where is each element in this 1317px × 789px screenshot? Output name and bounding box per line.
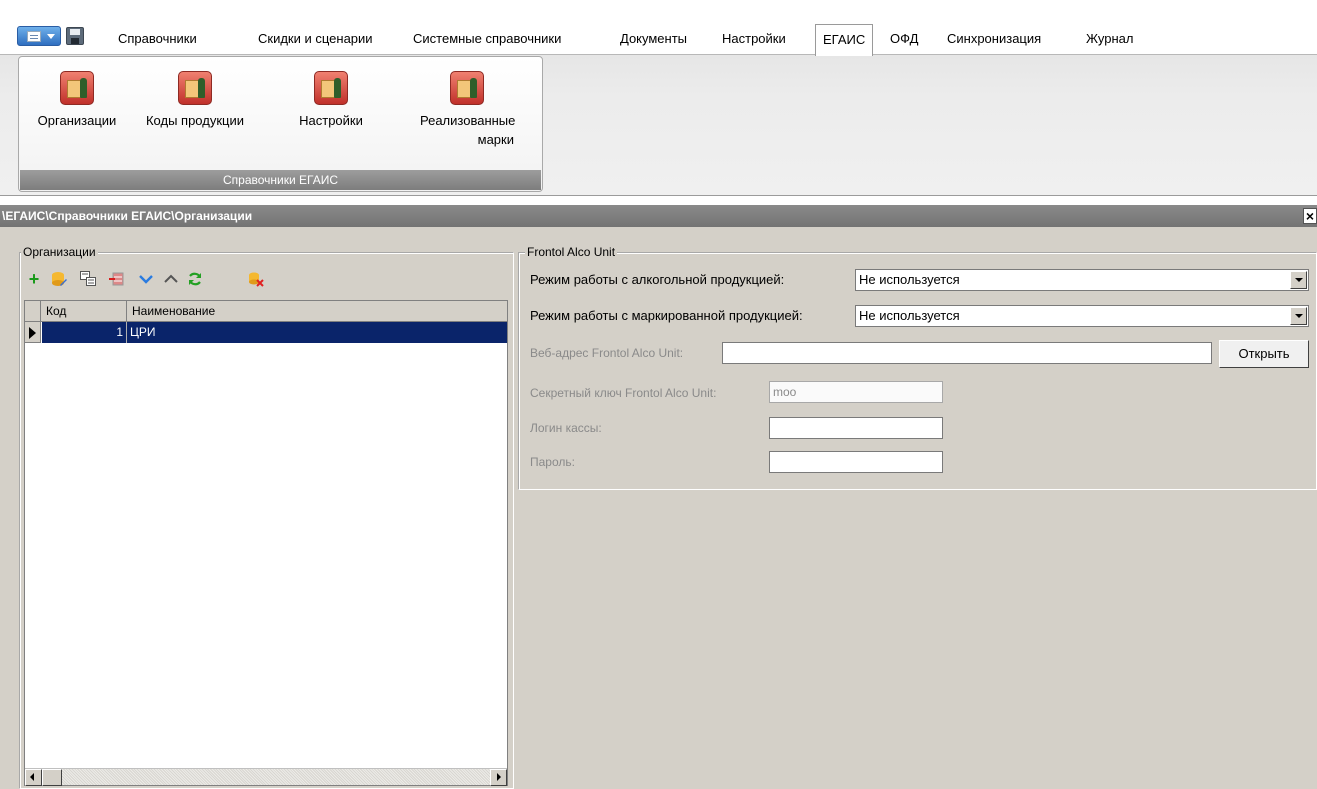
chevron-down-icon[interactable]	[1290, 271, 1307, 289]
ribbon-button-product-codes[interactable]: Коды продукции	[131, 57, 259, 130]
tab-journal[interactable]: Журнал	[1086, 31, 1133, 46]
tab-settings[interactable]: Настройки	[722, 31, 786, 46]
horizontal-scrollbar[interactable]	[25, 768, 507, 786]
ribbon-group-egais-references: Организации Коды продукции Настройки Реа…	[18, 56, 543, 192]
organizations-icon	[60, 71, 94, 105]
add-icon[interactable]: +	[26, 270, 42, 288]
sold-marks-icon	[450, 71, 484, 105]
secret-key-field[interactable]: moo	[769, 381, 943, 403]
ribbon-button-organizations[interactable]: Организации	[21, 57, 133, 130]
header-indicator-cell	[25, 301, 41, 321]
scroll-left-icon[interactable]	[25, 769, 42, 786]
alco-mode-value: Не используется	[859, 272, 960, 287]
document-icon	[27, 31, 41, 42]
refresh-icon[interactable]	[187, 271, 203, 287]
tab-egais[interactable]: ЕГАИС	[815, 24, 874, 56]
tab-spravochniki[interactable]: Справочники	[118, 31, 197, 46]
tab-discounts[interactable]: Скидки и сценарии	[258, 31, 373, 46]
password-label: Пароль:	[530, 455, 575, 469]
product-codes-icon	[178, 71, 212, 105]
column-header-code[interactable]: Код	[41, 301, 127, 321]
open-button[interactable]: Открыть	[1219, 340, 1309, 368]
ribbon-button-label: Коды продукции	[145, 113, 244, 128]
ribbon-button-label: Реализованные марки	[420, 113, 516, 147]
ribbon-button-settings[interactable]: Настройки	[289, 57, 373, 130]
settings-gear-icon	[314, 71, 348, 105]
cashier-login-label: Логин кассы:	[530, 421, 602, 435]
menu-bar: Справочники Скидки и сценарии Системные …	[0, 0, 1317, 56]
tab-system-references[interactable]: Системные справочники	[413, 31, 561, 46]
ribbon-button-sold-marks[interactable]: Реализованные марки	[403, 57, 531, 149]
web-address-label: Веб-адрес Frontol Alco Unit:	[530, 346, 684, 360]
table-header: Код Наименование	[25, 301, 507, 322]
close-icon[interactable]: ×	[1303, 208, 1317, 224]
group-title: Frontol Alco Unit	[525, 245, 618, 259]
current-row-indicator-icon	[25, 322, 41, 343]
alco-mode-label: Режим работы с алкогольной продукцией:	[530, 272, 785, 287]
application-menu-button[interactable]	[17, 26, 61, 46]
clear-filter-icon[interactable]	[248, 271, 264, 287]
chevron-down-icon[interactable]	[1290, 307, 1307, 325]
table-row[interactable]: 1 ЦРИ	[25, 322, 507, 343]
ribbon-button-label: Организации	[37, 113, 117, 128]
password-field[interactable]	[769, 451, 943, 473]
chevron-down-icon	[47, 34, 55, 39]
edit-icon[interactable]	[51, 271, 67, 287]
marked-mode-select[interactable]: Не используется	[855, 305, 1309, 327]
move-up-icon[interactable]	[163, 271, 179, 287]
group-title: Организации	[21, 245, 98, 259]
cell-code[interactable]: 1	[42, 322, 126, 343]
marked-mode-value: Не используется	[859, 308, 960, 323]
ribbon-button-label: Настройки	[299, 113, 363, 128]
scroll-thumb[interactable]	[42, 769, 62, 786]
tab-ofd[interactable]: ОФД	[890, 31, 918, 46]
tab-sync[interactable]: Синхронизация	[947, 31, 1041, 46]
marked-mode-label: Режим работы с маркированной продукцией:	[530, 308, 803, 323]
ribbon-group-caption: Справочники ЕГАИС	[20, 170, 541, 190]
move-down-icon[interactable]	[138, 271, 154, 287]
column-header-name[interactable]: Наименование	[127, 301, 507, 321]
web-address-field[interactable]	[722, 342, 1212, 364]
cell-name[interactable]: ЦРИ	[126, 322, 507, 343]
alco-mode-select[interactable]: Не используется	[855, 269, 1309, 291]
organizations-table[interactable]: Код Наименование 1 ЦРИ	[24, 300, 508, 786]
copy-icon[interactable]	[80, 271, 96, 287]
scroll-right-icon[interactable]	[490, 769, 507, 786]
document-path-caption: \ЕГАИС\Справочники ЕГАИС\Организации	[0, 205, 1317, 227]
save-icon[interactable]	[66, 27, 84, 45]
tab-documents[interactable]: Документы	[620, 31, 687, 46]
secret-key-label: Секретный ключ Frontol Alco Unit:	[530, 386, 717, 400]
cashier-login-field[interactable]	[769, 417, 943, 439]
delete-icon[interactable]	[109, 271, 125, 287]
